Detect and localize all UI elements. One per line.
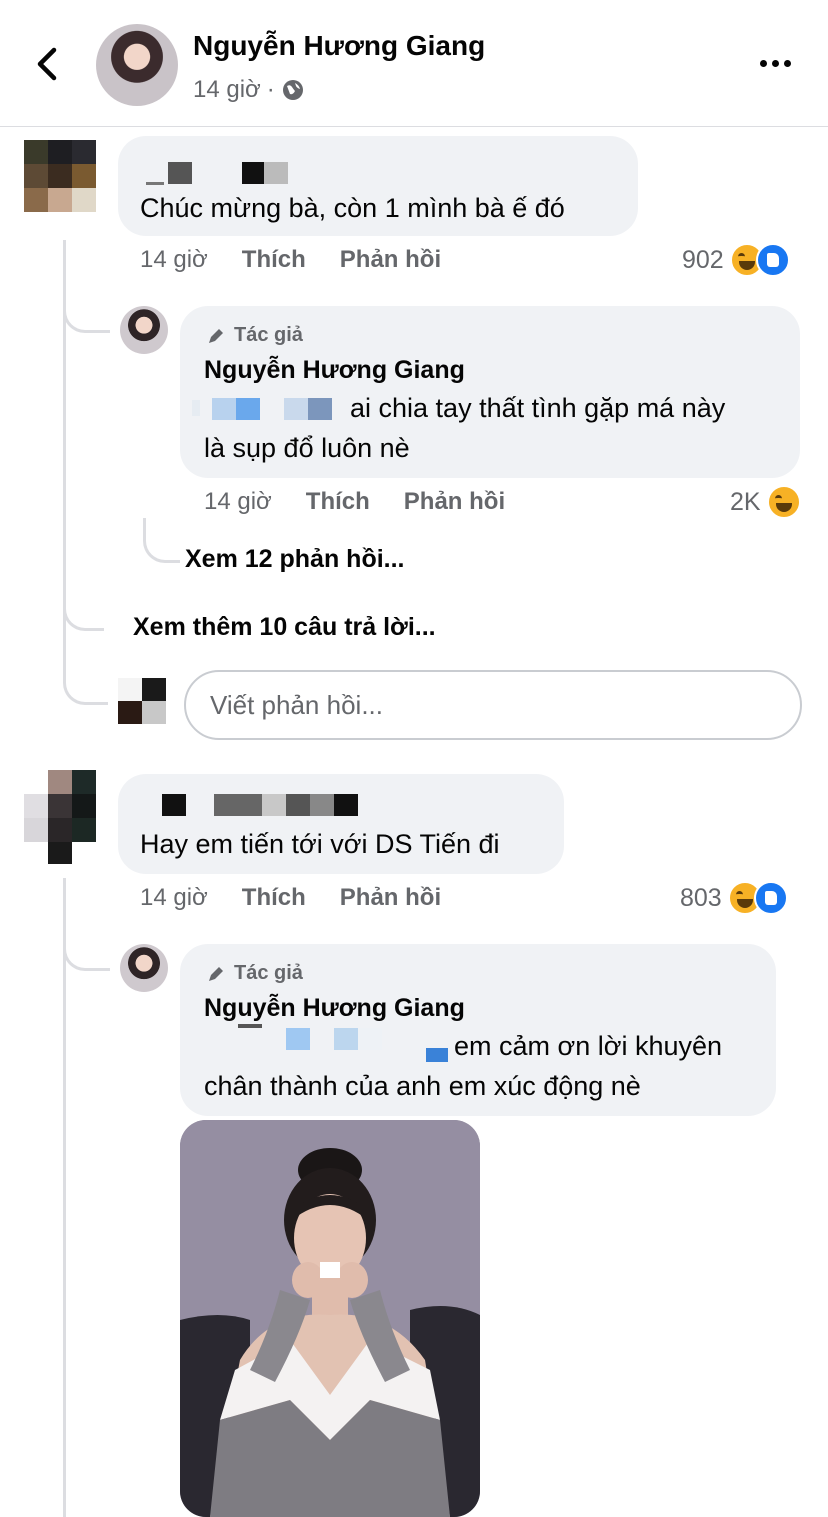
- mention-redacted: [192, 396, 342, 420]
- author-badge-label: Tác giả: [234, 324, 303, 346]
- commenter-name-redacted: [162, 794, 362, 818]
- comment-time[interactable]: 14 giờ: [140, 884, 208, 912]
- reaction-summary-3[interactable]: 803: [680, 881, 788, 915]
- author-avatar[interactable]: [96, 24, 178, 106]
- comment-bubble-1[interactable]: Chúc mừng bà, còn 1 mình bà ế đó: [118, 136, 638, 236]
- reply-photo[interactable]: [180, 1120, 480, 1517]
- thread-connector: [143, 518, 180, 563]
- reply-text-line2: là sụp đổ luôn nè: [204, 433, 410, 463]
- thread-connector: [63, 928, 110, 971]
- chevron-left-icon[interactable]: [30, 44, 66, 84]
- comment-text: Chúc mừng bà, còn 1 mình bà ế đó: [140, 193, 565, 223]
- commenter-name-redacted: [146, 162, 288, 186]
- more-dots-icon[interactable]: [760, 52, 796, 74]
- reply-button[interactable]: Phản hồi: [404, 488, 505, 516]
- commenter-avatar-1[interactable]: [24, 140, 96, 212]
- reply-bubble-1[interactable]: Tác giả Nguyễn Hương Giang ai chia tay t…: [180, 306, 800, 478]
- reaction-count: 803: [680, 883, 722, 912]
- comment-bubble-2[interactable]: Hay em tiến tới với DS Tiến đi: [118, 774, 564, 874]
- reply-text-line1: em cảm ơn lời khuyên: [454, 1031, 723, 1061]
- like-reaction-icon: [753, 881, 788, 915]
- reaction-count: 902: [682, 245, 724, 274]
- reply-input[interactable]: [186, 672, 800, 738]
- post-meta: 14 giờ ·: [193, 76, 305, 104]
- reply-time[interactable]: 14 giờ: [204, 488, 272, 516]
- comment-actions-1: 14 giờ Thích Phản hồi: [140, 246, 441, 274]
- like-button[interactable]: Thích: [306, 488, 370, 516]
- author-badge: Tác giả: [206, 324, 303, 347]
- like-reaction-icon: [755, 243, 790, 277]
- haha-icon: [766, 485, 801, 519]
- reply-bubble-2[interactable]: Tác giả Nguyễn Hương Giang em cảm ơn lời…: [180, 944, 776, 1116]
- reply-author-name[interactable]: Nguyễn Hương Giang: [204, 994, 465, 1023]
- comment-time[interactable]: 14 giờ: [140, 246, 208, 274]
- reply-author-name[interactable]: Nguyễn Hương Giang: [204, 356, 465, 385]
- author-badge-label: Tác giả: [234, 962, 303, 984]
- reply-input-box[interactable]: [184, 670, 802, 740]
- author-badge: Tác giả: [206, 962, 303, 985]
- reply-actions-1: 14 giờ Thích Phản hồi: [204, 488, 505, 516]
- like-button[interactable]: Thích: [242, 884, 306, 912]
- pen-icon: [209, 966, 223, 981]
- reply-author-avatar[interactable]: [120, 306, 168, 354]
- reaction-summary-1[interactable]: 902: [682, 243, 790, 277]
- photo-illustration: [180, 1120, 480, 1517]
- current-user-avatar[interactable]: [118, 678, 166, 724]
- thread-line: [63, 878, 66, 1517]
- author-name[interactable]: Nguyễn Hương Giang: [193, 30, 485, 62]
- commenter-avatar-2[interactable]: [24, 770, 96, 864]
- mention-redacted: [190, 1024, 460, 1064]
- reply-text-line1: ai chia tay thất tình gặp má này: [350, 393, 726, 423]
- comment-text: Hay em tiến tới với DS Tiến đi: [140, 829, 500, 859]
- post-time[interactable]: 14 giờ: [193, 76, 261, 104]
- view-more-replies-link[interactable]: Xem thêm 10 câu trả lời...: [133, 613, 436, 642]
- thread-connector: [63, 590, 104, 631]
- pen-icon: [209, 328, 223, 343]
- reply-author-avatar[interactable]: [120, 944, 168, 992]
- reply-button[interactable]: Phản hồi: [340, 884, 441, 912]
- globe-icon: [282, 80, 303, 100]
- view-replies-link[interactable]: Xem 12 phản hồi...: [185, 545, 405, 574]
- reply-button[interactable]: Phản hồi: [340, 246, 441, 274]
- meta-separator: ·: [266, 76, 275, 103]
- like-button[interactable]: Thích: [242, 246, 306, 274]
- thread-connector: [63, 290, 110, 333]
- thread-connector: [63, 650, 108, 705]
- reaction-summary-2[interactable]: 2K: [730, 485, 801, 519]
- reply-text-line2: chân thành của anh em xúc động nè: [204, 1071, 641, 1101]
- comment-actions-2: 14 giờ Thích Phản hồi: [140, 884, 441, 912]
- post-header: Nguyễn Hương Giang 14 giờ ·: [0, 0, 828, 127]
- reaction-count: 2K: [730, 487, 761, 516]
